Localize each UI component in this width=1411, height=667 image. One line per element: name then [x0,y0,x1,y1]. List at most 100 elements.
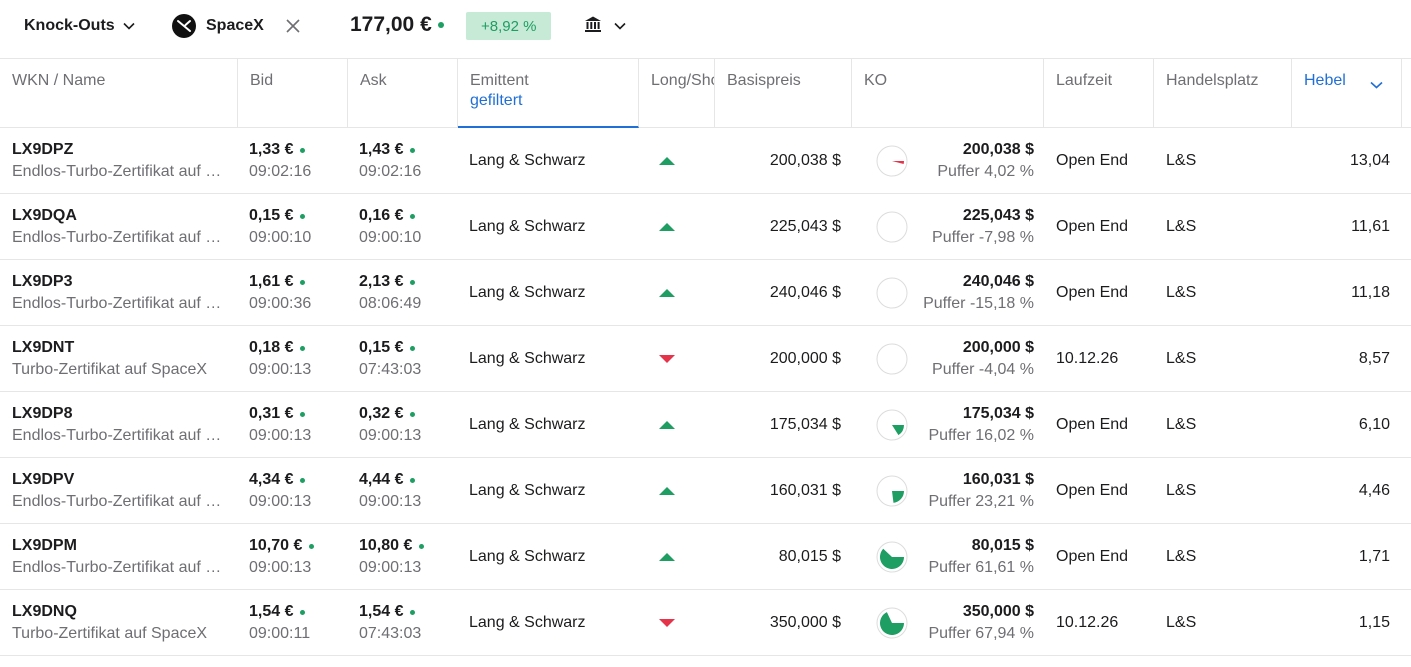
venue-dropdown[interactable] [584,14,626,38]
underlying-price: 177,00 € [350,10,444,40]
cell-ask: 4,44 € 09:00:13 [359,458,455,523]
column-header-direction[interactable]: Long/Short [639,59,715,128]
cell-wkn-name: LX9DNQ Turbo-Zertifikat auf SpaceX [12,590,226,655]
ko-level: 80,015 $ [971,536,1034,554]
cell-ko: 225,043 $ Puffer -7,98 % [875,194,1034,259]
buffer-pie-icon [876,475,908,506]
leverage: 1,15 [1358,613,1390,631]
column-header-bid[interactable]: Bid [238,59,348,128]
direction-cell [659,524,679,589]
bid-price: 1,54 € [249,603,294,620]
cell-ko: 160,031 $ Puffer 23,21 % [875,458,1034,523]
column-header-label: WKN / Name [12,72,106,89]
cell-bid: 1,54 € 09:00:11 [249,590,345,655]
triangle-down-icon [659,354,675,363]
product-name: Endlos-Turbo-Zertifikat auf SpaceX [12,559,226,576]
column-header-leverage[interactable]: Hebel [1292,59,1402,128]
underlying-name: SpaceX [206,17,264,34]
issuer: Lang & Schwarz [469,613,586,631]
table-row[interactable]: LX9DPM Endlos-Turbo-Zertifikat auf Space… [0,524,1411,590]
cell-ko: 175,034 $ Puffer 16,02 % [875,392,1034,457]
column-header-term[interactable]: Laufzeit [1044,59,1154,128]
product-name: Turbo-Zertifikat auf SpaceX [12,625,208,642]
column-header-wkn[interactable]: WKN / Name [0,59,238,128]
cell-ko: 200,000 $ Puffer -4,04 % [875,326,1034,391]
product-type-dropdown[interactable]: Knock-Outs [24,14,135,38]
table-row[interactable]: LX9DNQ Turbo-Zertifikat auf SpaceX 1,54 … [0,590,1411,656]
bid-price: 0,31 € [249,405,294,422]
bid-price: 0,18 € [249,339,294,356]
table-row[interactable]: LX9DQA Endlos-Turbo-Zertifikat auf Space… [0,194,1411,260]
bid-price: 0,15 € [249,207,294,224]
issuer: Lang & Schwarz [469,547,586,565]
column-header-venue[interactable]: Handelsplatz [1154,59,1292,128]
leverage: 11,61 [1351,217,1390,235]
live-dot-icon [300,477,306,483]
strike: 160,031 $ [769,481,841,499]
ko-buffer: Puffer -7,98 % [932,228,1034,246]
term: Open End [1056,283,1129,301]
cell-wkn-name: LX9DQA Endlos-Turbo-Zertifikat auf Space… [12,194,226,259]
wkn: LX9DNQ [12,603,77,620]
product-name: Endlos-Turbo-Zertifikat auf SpaceX [12,295,226,312]
underlying-chip[interactable]: SpaceX [172,13,264,39]
chevron-down-icon [123,17,135,35]
table-row[interactable]: LX9DP3 Endlos-Turbo-Zertifikat auf Space… [0,260,1411,326]
ko-level: 225,043 $ [962,206,1034,224]
column-header-label: Handelsplatz [1166,72,1259,89]
table-row[interactable]: LX9DNT Turbo-Zertifikat auf SpaceX 0,18 … [0,326,1411,392]
cell-ask: 0,16 € 09:00:10 [359,194,455,259]
leverage: 11,18 [1351,283,1390,301]
bid-time: 09:00:36 [249,295,312,312]
venue: L&S [1166,151,1197,169]
live-dot-icon [419,543,425,549]
live-dot-icon [410,147,416,153]
table-row[interactable]: LX9DPV Endlos-Turbo-Zertifikat auf Space… [0,458,1411,524]
column-header-label: Basispreis [727,72,801,89]
column-header-label: KO [864,72,888,89]
bid-price: 1,33 € [249,141,294,158]
cell-ask: 0,15 € 07:43:03 [359,326,455,391]
column-header-ask[interactable]: Ask [348,59,458,128]
product-type-label: Knock-Outs [24,17,115,34]
ko-level: 160,031 $ [962,470,1034,488]
knockout-table: WKN / Name Bid Ask Emittent gefiltert Lo… [0,58,1411,656]
term: Open End [1056,151,1129,169]
column-header-ko[interactable]: KO [852,59,1044,128]
bid-price: 1,61 € [249,273,294,290]
direction-cell [659,590,679,655]
cell-bid: 0,18 € 09:00:13 [249,326,345,391]
price-value: 177,00 € [350,13,432,36]
issuer: Lang & Schwarz [469,217,586,235]
table-row[interactable]: LX9DP8 Endlos-Turbo-Zertifikat auf Space… [0,392,1411,458]
column-header-label: Hebel [1304,72,1346,89]
buffer-pie-icon [876,343,908,374]
cell-ko: 240,046 $ Puffer -15,18 % [875,260,1034,325]
ask-price: 10,80 € [359,537,413,554]
product-name: Endlos-Turbo-Zertifikat auf SpaceX [12,229,226,246]
chevron-down-icon [1370,76,1383,94]
column-header-strike[interactable]: Basispreis [715,59,852,128]
term: Open End [1056,415,1129,433]
column-header-label: Bid [250,72,274,89]
close-icon[interactable] [282,15,304,37]
buffer-pie-ring [876,211,908,242]
issuer: Lang & Schwarz [469,151,586,169]
table-row[interactable]: LX9DPZ Endlos-Turbo-Zertifikat auf Space… [0,128,1411,194]
cell-bid: 0,31 € 09:00:13 [249,392,345,457]
live-dot-icon [410,411,416,417]
ask-price: 1,43 € [359,141,404,158]
cell-wkn-name: LX9DP3 Endlos-Turbo-Zertifikat auf Space… [12,260,226,325]
live-dot-icon [410,213,416,219]
wkn: LX9DP8 [12,405,73,422]
bid-time: 09:00:13 [249,361,312,378]
bid-time: 09:00:10 [249,229,312,246]
bid-time: 09:02:16 [249,163,312,180]
column-header-issuer[interactable]: Emittent gefiltert [458,59,639,128]
ko-buffer: Puffer 23,21 % [928,492,1034,510]
buffer-pie-icon [876,541,908,572]
venue: L&S [1166,547,1197,565]
buffer-pie-icon [876,145,908,176]
wkn: LX9DNT [12,339,75,356]
issuer: Lang & Schwarz [469,415,586,433]
